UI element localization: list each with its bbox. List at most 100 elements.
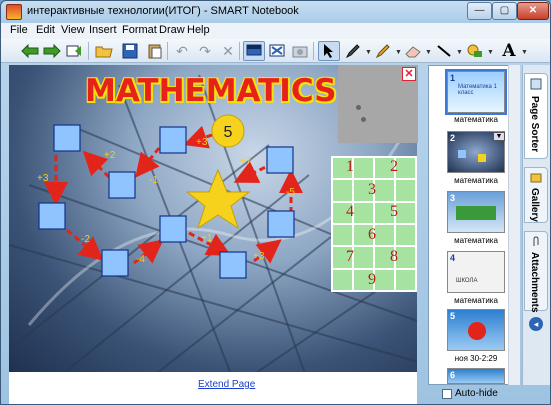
close-box-icon[interactable]: ✕	[402, 67, 416, 81]
grid-cell	[395, 246, 416, 269]
tab-attachments[interactable]: Attachments	[524, 231, 548, 313]
extend-page-link[interactable]: Extend Page	[198, 379, 255, 390]
grid-number[interactable]: 3	[368, 181, 376, 199]
save-icon[interactable]	[119, 41, 141, 61]
grid-cell	[374, 224, 395, 247]
thumbnail-label: математика	[454, 296, 498, 305]
step-label: +3	[196, 137, 208, 148]
delete-icon[interactable]: ✕	[217, 41, 239, 61]
toolbar-separator	[167, 42, 168, 60]
menu-view[interactable]: View	[61, 24, 85, 36]
text-icon[interactable]: A	[498, 41, 520, 61]
line-dropdown-icon[interactable]: ▼	[456, 49, 463, 56]
page-sorter-scrollbar[interactable]	[508, 65, 520, 385]
shape-dropdown-icon[interactable]: ▼	[487, 49, 494, 56]
grid-cell	[395, 157, 416, 180]
minimize-button[interactable]: —	[467, 2, 492, 20]
grid-number[interactable]: 4	[346, 203, 354, 221]
select-icon[interactable]	[318, 41, 340, 61]
grid-cell	[332, 224, 353, 247]
notebook-window: интерактивные технологии(ИТОГ) - SMART N…	[0, 0, 551, 405]
grid-cell	[353, 201, 374, 224]
pen-icon[interactable]	[342, 41, 364, 61]
menu-help[interactable]: Help	[187, 24, 210, 36]
redo-icon[interactable]: ↷	[194, 41, 216, 61]
grid-cell	[395, 201, 416, 224]
grid-number[interactable]: 5	[390, 203, 398, 221]
answer-box[interactable]	[53, 124, 81, 152]
step-label: -2	[81, 234, 90, 245]
collapse-panel-icon[interactable]: ◂	[529, 317, 543, 331]
menu-format[interactable]: Format	[122, 24, 157, 36]
step-label: -5	[286, 187, 295, 198]
screen-shade-icon[interactable]	[243, 41, 265, 61]
page-thumbnail-4[interactable]: 4 ШКОЛА	[447, 251, 505, 293]
star-shape[interactable]	[185, 168, 251, 230]
step-label: +3	[253, 251, 265, 262]
path-arrows	[44, 125, 303, 265]
answer-box[interactable]	[159, 215, 187, 243]
tab-label: Page Sorter	[529, 96, 540, 153]
answer-box[interactable]	[219, 251, 247, 279]
page-thumbnail-6[interactable]: 6	[447, 368, 505, 384]
auto-hide-label: Auto-hide	[455, 388, 498, 399]
grid-number[interactable]: 8	[390, 248, 398, 266]
answer-box[interactable]	[159, 126, 187, 154]
page-sorter-icon	[530, 78, 542, 90]
eraser-dropdown-icon[interactable]: ▼	[425, 49, 432, 56]
grid-number[interactable]: 6	[368, 226, 376, 244]
previous-page-icon[interactable]	[19, 41, 41, 61]
grid-number[interactable]: 9	[368, 271, 376, 289]
eraser-icon[interactable]	[402, 41, 424, 61]
grid-number[interactable]: 1	[346, 158, 354, 176]
undo-icon[interactable]: ↶	[171, 41, 193, 61]
grid-cell	[395, 179, 416, 202]
menu-file[interactable]: File	[10, 24, 28, 36]
toolbar-separator	[313, 42, 314, 60]
creative-pen-icon[interactable]	[372, 41, 394, 61]
thumbnail-detail	[468, 322, 486, 340]
page-thumbnail-3[interactable]: 3	[447, 191, 505, 233]
next-page-icon[interactable]	[41, 41, 63, 61]
answer-box[interactable]	[101, 249, 129, 277]
start-number-text: 5	[224, 124, 233, 141]
shape-icon[interactable]	[464, 41, 486, 61]
open-file-icon[interactable]	[93, 41, 115, 61]
answer-box[interactable]	[38, 202, 66, 230]
page-thumbnail-5[interactable]: 5	[447, 309, 505, 351]
thumbnail-number: 3	[450, 193, 456, 203]
close-window-button[interactable]: ✕	[517, 2, 549, 20]
pen-dropdown-icon[interactable]: ▼	[365, 49, 372, 56]
dot	[356, 105, 361, 110]
full-screen-icon[interactable]	[266, 41, 288, 61]
auto-hide-checkbox[interactable]	[442, 389, 452, 399]
grid-number[interactable]: 2	[390, 158, 398, 176]
menu-edit[interactable]: Edit	[36, 24, 55, 36]
tab-page-sorter[interactable]: Page Sorter	[524, 73, 548, 159]
thumbnail-number: 4	[450, 253, 456, 263]
answer-box[interactable]	[108, 171, 136, 199]
tab-gallery[interactable]: Gallery	[524, 167, 548, 223]
answer-box[interactable]	[266, 146, 294, 174]
capture-icon[interactable]	[289, 41, 311, 61]
menu-insert[interactable]: Insert	[89, 24, 117, 36]
maximize-button[interactable]: ▢	[492, 2, 517, 20]
smart-notebook-app-icon	[6, 4, 22, 20]
grid-cell	[353, 157, 374, 180]
add-page-icon[interactable]	[64, 41, 86, 61]
thumbnail-label: математика	[454, 115, 498, 124]
grid-cell	[353, 246, 374, 269]
paperclip-icon	[533, 236, 539, 246]
thumbnail-menu-icon[interactable]: ▼	[493, 132, 505, 141]
thumbnail-caption: Математика 1 класс	[458, 84, 497, 96]
page-thumbnail-2[interactable]: 2 ▼	[447, 131, 505, 173]
creative-pen-dropdown-icon[interactable]: ▼	[395, 49, 402, 56]
page-thumbnail-1[interactable]: 1 Математика 1 класс	[445, 69, 507, 115]
paste-icon[interactable]	[144, 41, 166, 61]
line-icon[interactable]	[433, 41, 455, 61]
menu-draw[interactable]: Draw	[159, 24, 185, 36]
answer-box[interactable]	[267, 210, 295, 238]
text-dropdown-icon[interactable]: ▼	[521, 49, 528, 56]
title-bar[interactable]: интерактивные технологии(ИТОГ) - SMART N…	[1, 1, 550, 23]
grid-number[interactable]: 7	[346, 248, 354, 266]
